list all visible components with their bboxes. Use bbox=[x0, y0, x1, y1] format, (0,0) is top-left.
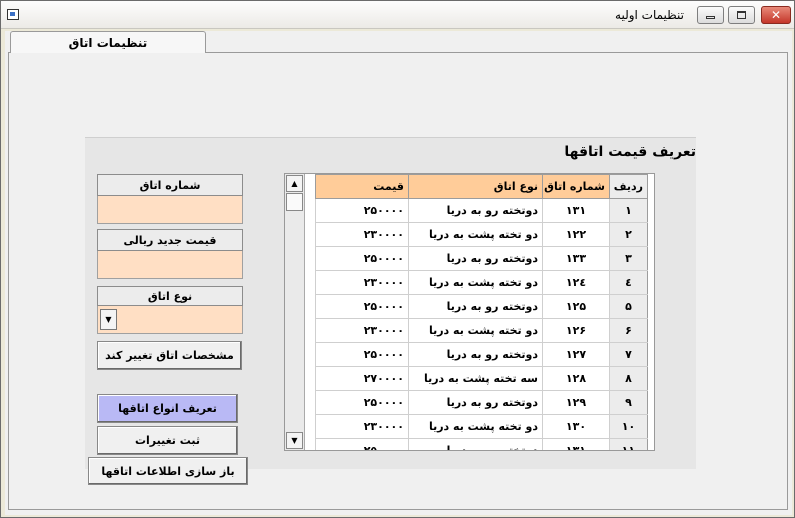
room-price-grid: ▲ ▼ ردیف شماره اتاق نوع اتاق قیمت ۱ ۱۳۱ … bbox=[284, 173, 655, 451]
vertical-scrollbar[interactable]: ▲ ▼ bbox=[285, 174, 305, 450]
cell-room-number[interactable]: ۱۲۷ bbox=[542, 342, 610, 367]
cell-row-number[interactable]: ٤ bbox=[609, 270, 648, 295]
cell-room-number[interactable]: ۱۲٤ bbox=[542, 270, 610, 295]
room-type-label: نوع اتاق bbox=[97, 286, 243, 306]
cell-room-number[interactable]: ۱۲۲ bbox=[542, 222, 610, 247]
cell-row-number[interactable]: ۸ bbox=[609, 366, 648, 391]
table-header-row: ردیف شماره اتاق نوع اتاق قیمت bbox=[315, 174, 648, 199]
arrow-up-icon: ▲ bbox=[291, 179, 298, 188]
cell-room-number[interactable]: ۱۲۵ bbox=[542, 294, 610, 319]
cell-price[interactable]: ۲۳۰۰۰۰ bbox=[315, 270, 409, 295]
cell-room-number[interactable]: ۱۲۶ bbox=[542, 318, 610, 343]
cell-price[interactable]: ۲۵۰۰۰۰ bbox=[315, 198, 409, 223]
cell-room-number[interactable]: ۱۳۳ bbox=[542, 246, 610, 271]
cell-price[interactable]: ۲۵۰۰۰۰ bbox=[315, 438, 409, 450]
cell-room-type[interactable]: دوتخته رو به دریا bbox=[408, 390, 543, 415]
cell-room-type[interactable]: دو تخته پشت به دریا bbox=[408, 414, 543, 439]
cell-row-number[interactable]: ۳ bbox=[609, 246, 648, 271]
cell-room-type[interactable]: سه تخته پشت به دریا bbox=[408, 366, 543, 391]
group-title: تعریف قیمت اتاقها bbox=[564, 144, 696, 160]
table-row[interactable]: ۱۰ ۱۳۰ دو تخته پشت به دریا ۲۳۰۰۰۰ bbox=[315, 414, 648, 439]
cell-price[interactable]: ۲۳۰۰۰۰ bbox=[315, 414, 409, 439]
cell-row-number[interactable]: ۱۰ bbox=[609, 414, 648, 439]
tab-panel: تعریف قیمت اتاقها شماره اتاق قیمت جدید ر… bbox=[8, 52, 788, 510]
cell-row-number[interactable]: ۲ bbox=[609, 222, 648, 247]
cell-room-type[interactable]: دوتخته رو به دریا bbox=[408, 294, 543, 319]
header-room-number[interactable]: شماره اتاق bbox=[542, 174, 610, 199]
tab-room-settings[interactable]: تنظیمات اتاق bbox=[10, 31, 206, 53]
header-row-number[interactable]: ردیف bbox=[609, 174, 648, 199]
cell-price[interactable]: ۲۵۰۰۰۰ bbox=[315, 342, 409, 367]
table-row[interactable]: ۱ ۱۳۱ دوتخته رو به دریا ۲۵۰۰۰۰ bbox=[315, 198, 648, 223]
chevron-down-icon: ▼ bbox=[105, 315, 112, 324]
combo-dropdown-button[interactable]: ▼ bbox=[100, 309, 117, 330]
cell-row-number[interactable]: ۱ bbox=[609, 198, 648, 223]
new-price-input[interactable] bbox=[97, 251, 243, 279]
rebuild-rooms-button[interactable]: باز سازی اطلاعات اتاقها bbox=[88, 457, 248, 485]
arrow-down-icon: ▼ bbox=[291, 436, 298, 445]
cell-room-type[interactable]: دو تخته پشت به دریا bbox=[408, 222, 543, 247]
cell-row-number[interactable]: ۹ bbox=[609, 390, 648, 415]
cell-row-number[interactable]: ۶ bbox=[609, 318, 648, 343]
app-window: تنظیمات اولیه ✕ تعریف قیمت اتاقها شماره … bbox=[0, 0, 795, 518]
cell-row-number[interactable]: ۷ bbox=[609, 342, 648, 367]
change-room-button[interactable]: مشخصات اتاق تغییر کند bbox=[97, 341, 242, 370]
room-number-input[interactable] bbox=[97, 196, 243, 224]
maximize-icon bbox=[737, 11, 746, 19]
new-price-label: قیمت جدید ریالی bbox=[97, 229, 243, 251]
room-number-label: شماره اتاق bbox=[97, 174, 243, 196]
header-price[interactable]: قیمت bbox=[315, 174, 409, 199]
cell-room-type[interactable]: دو تخته پشت به دریا bbox=[408, 270, 543, 295]
cell-price[interactable]: ۲۵۰۰۰۰ bbox=[315, 294, 409, 319]
cell-row-number[interactable]: ۱۱ bbox=[609, 438, 648, 450]
table-row[interactable]: ٤ ۱۲٤ دو تخته پشت به دریا ۲۳۰۰۰۰ bbox=[315, 270, 648, 295]
table-row[interactable]: ۵ ۱۲۵ دوتخته رو به دریا ۲۵۰۰۰۰ bbox=[315, 294, 648, 319]
cell-price[interactable]: ۲۳۰۰۰۰ bbox=[315, 222, 409, 247]
cell-price[interactable]: ۲۵۰۰۰۰ bbox=[315, 390, 409, 415]
scroll-up-button[interactable]: ▲ bbox=[286, 175, 303, 192]
client-area: تعریف قیمت اتاقها شماره اتاق قیمت جدید ر… bbox=[5, 31, 792, 515]
cell-room-number[interactable]: ۱۳۱ bbox=[542, 438, 610, 450]
define-room-types-button[interactable]: تعریف انواع اتاقها bbox=[97, 394, 238, 423]
cell-room-type[interactable]: دوتخته رو به دریا bbox=[408, 342, 543, 367]
cell-room-type[interactable]: دوتخته رو به دریا bbox=[408, 438, 543, 450]
table-row[interactable]: ۶ ۱۲۶ دو تخته پشت به دریا ۲۳۰۰۰۰ bbox=[315, 318, 648, 343]
table-body: ۱ ۱۳۱ دوتخته رو به دریا ۲۵۰۰۰۰ ۲ ۱۲۲ دو تخته پ… bbox=[315, 198, 648, 450]
table-row[interactable]: ۱۱ ۱۳۱ دوتخته رو به دریا ۲۵۰۰۰۰ bbox=[315, 438, 648, 450]
header-room-type[interactable]: نوع اتاق bbox=[408, 174, 543, 199]
table-row[interactable]: ۹ ۱۲۹ دوتخته رو به دریا ۲۵۰۰۰۰ bbox=[315, 390, 648, 415]
cell-room-number[interactable]: ۱۲۸ bbox=[542, 366, 610, 391]
app-icon bbox=[7, 9, 19, 20]
scroll-down-button[interactable]: ▼ bbox=[286, 432, 303, 449]
room-price-group: تعریف قیمت اتاقها شماره اتاق قیمت جدید ر… bbox=[85, 137, 696, 469]
table-row[interactable]: ۸ ۱۲۸ سه تخته پشت به دریا ۲۷۰۰۰۰ bbox=[315, 366, 648, 391]
cell-room-type[interactable]: دوتخته رو به دریا bbox=[408, 198, 543, 223]
cell-room-number[interactable]: ۱۲۹ bbox=[542, 390, 610, 415]
close-button[interactable]: ✕ bbox=[761, 6, 791, 24]
title-bar[interactable]: تنظیمات اولیه ✕ bbox=[1, 1, 794, 29]
table-row[interactable]: ۲ ۱۲۲ دو تخته پشت به دریا ۲۳۰۰۰۰ bbox=[315, 222, 648, 247]
cell-room-number[interactable]: ۱۳۱ bbox=[542, 198, 610, 223]
cell-room-type[interactable]: دوتخته رو به دریا bbox=[408, 246, 543, 271]
cell-price[interactable]: ۲۳۰۰۰۰ bbox=[315, 318, 409, 343]
room-type-combo[interactable]: ▼ bbox=[97, 306, 243, 334]
maximize-button[interactable] bbox=[728, 6, 755, 24]
scroll-thumb[interactable] bbox=[286, 193, 303, 211]
cell-room-type[interactable]: دو تخته پشت به دریا bbox=[408, 318, 543, 343]
room-table: ردیف شماره اتاق نوع اتاق قیمت ۱ ۱۳۱ دوتخته… bbox=[315, 174, 648, 450]
cell-price[interactable]: ۲۷۰۰۰۰ bbox=[315, 366, 409, 391]
cell-row-number[interactable]: ۵ bbox=[609, 294, 648, 319]
table-row[interactable]: ۷ ۱۲۷ دوتخته رو به دریا ۲۵۰۰۰۰ bbox=[315, 342, 648, 367]
window-title: تنظیمات اولیه bbox=[615, 8, 684, 22]
cell-room-number[interactable]: ۱۳۰ bbox=[542, 414, 610, 439]
table-row[interactable]: ۳ ۱۳۳ دوتخته رو به دریا ۲۵۰۰۰۰ bbox=[315, 246, 648, 271]
save-changes-button[interactable]: ثبت تغییرات bbox=[97, 426, 238, 455]
cell-price[interactable]: ۲۵۰۰۰۰ bbox=[315, 246, 409, 271]
close-icon: ✕ bbox=[770, 8, 782, 22]
minimize-button[interactable] bbox=[697, 6, 724, 24]
minimize-icon bbox=[706, 16, 715, 19]
